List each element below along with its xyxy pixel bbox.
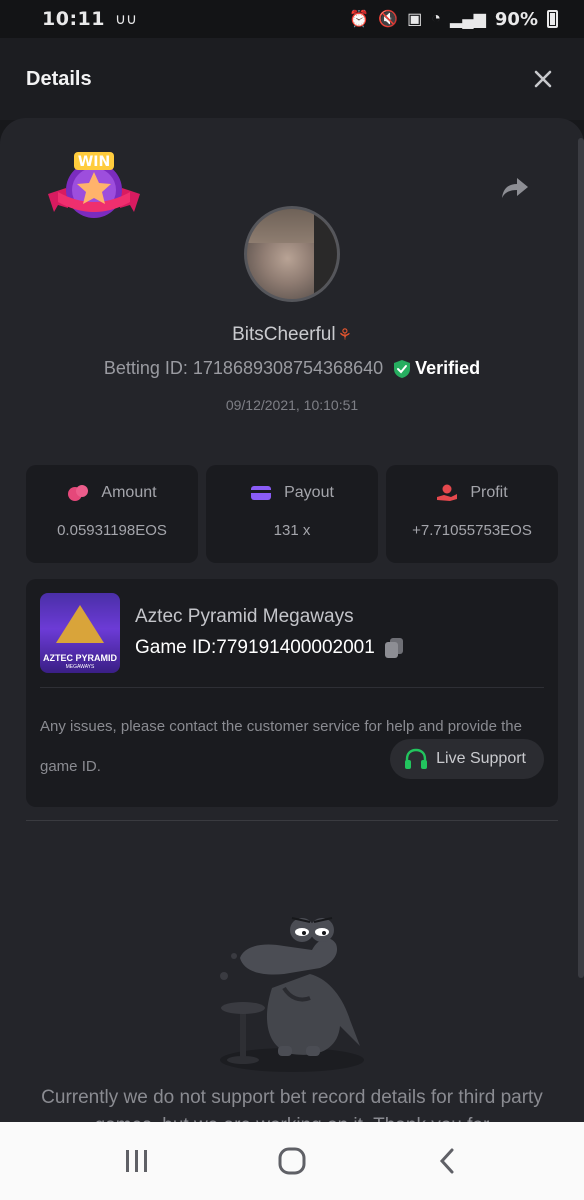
headset-icon bbox=[405, 748, 428, 769]
stat-head: Payout bbox=[250, 484, 334, 502]
maple-leaf-icon: ⚘ bbox=[337, 327, 352, 344]
system-nav-bar bbox=[0, 1122, 584, 1200]
scrollbar[interactable] bbox=[578, 138, 584, 978]
section-divider bbox=[26, 820, 558, 821]
card-icon bbox=[251, 486, 272, 500]
username-row: BitsCheerful ⚘ bbox=[0, 324, 584, 346]
pyramid-icon bbox=[56, 605, 104, 643]
stats-row: Amount 0.05931198EOS Payout 131 x Profit bbox=[26, 465, 558, 563]
win-badge-icon: WIN bbox=[48, 152, 140, 218]
recent-apps-button[interactable] bbox=[113, 1137, 161, 1185]
hand-coin-icon bbox=[437, 484, 458, 501]
home-button[interactable] bbox=[268, 1137, 316, 1185]
verified-badge: Verified bbox=[393, 358, 480, 379]
stat-card-amount: Amount 0.05931198EOS bbox=[26, 465, 198, 563]
close-icon bbox=[534, 70, 552, 88]
page-title: Details bbox=[26, 67, 92, 90]
stat-label: Payout bbox=[284, 484, 334, 501]
avatar bbox=[244, 206, 340, 302]
win-badge-text: WIN bbox=[78, 154, 110, 170]
status-icons: ⏰ 🔇 ▣ ◔ ▂▄▆ 90% bbox=[349, 9, 558, 30]
thumb-subtitle: MEGAWAYS bbox=[65, 664, 95, 670]
back-button[interactable] bbox=[423, 1137, 471, 1185]
verified-label: Verified bbox=[415, 358, 481, 378]
battery-icon bbox=[547, 10, 558, 28]
details-header: Details bbox=[0, 38, 584, 120]
stat-value: 131 x bbox=[273, 522, 311, 539]
game-id: Game ID:779191400002001 bbox=[135, 637, 375, 658]
stat-label: Profit bbox=[470, 484, 508, 501]
avatar-shadow bbox=[313, 209, 337, 299]
stat-label: Amount bbox=[101, 484, 157, 501]
game-card: AZTEC PYRAMID MEGAWAYS Aztec Pyramid Meg… bbox=[26, 579, 558, 807]
status-time: 10:11 bbox=[42, 8, 105, 30]
close-button[interactable] bbox=[528, 64, 558, 94]
betting-id-row: Betting ID: 1718689308754368640 Verified bbox=[0, 358, 584, 379]
stat-head: Amount bbox=[67, 484, 157, 502]
share-icon[interactable] bbox=[500, 174, 530, 202]
mute-icon: 🔇 bbox=[378, 11, 399, 28]
bet-datetime: 09/12/2021, 10:10:51 bbox=[225, 397, 359, 413]
thumb-title: AZTEC PYRAMID bbox=[43, 653, 117, 663]
copy-icon[interactable] bbox=[383, 636, 405, 660]
crocodile-mascot-icon bbox=[220, 917, 364, 1072]
signal-icon: ▂▄▆ bbox=[449, 11, 486, 28]
recent-apps-icon bbox=[126, 1150, 148, 1172]
betting-id: Betting ID: 1718689308754368640 bbox=[103, 358, 384, 378]
live-support-button[interactable]: Live Support bbox=[390, 739, 544, 779]
shield-check-icon bbox=[394, 359, 411, 378]
battery-percent: 90% bbox=[494, 8, 538, 30]
stat-card-payout: Payout 131 x bbox=[206, 465, 378, 563]
status-bar: 10:11 ∪∪ ⏰ 🔇 ▣ ◔ ▂▄▆ 90% bbox=[0, 0, 584, 38]
stat-card-profit: Profit +7.71055753EOS bbox=[386, 465, 558, 563]
home-icon bbox=[278, 1147, 306, 1175]
stat-value: 0.05931198EOS bbox=[57, 522, 167, 539]
username: BitsCheerful bbox=[232, 324, 336, 345]
alarm-icon: ⏰ bbox=[349, 11, 370, 28]
live-support-label: Live Support bbox=[436, 750, 526, 767]
battery-saver-icon: ▣ bbox=[407, 11, 423, 28]
stat-head: Profit bbox=[436, 484, 508, 502]
coins-icon bbox=[68, 485, 89, 501]
game-name: Aztec Pyramid Megaways bbox=[135, 606, 354, 627]
back-icon bbox=[439, 1148, 454, 1174]
divider bbox=[40, 687, 544, 688]
stat-value: +7.71055753EOS bbox=[412, 522, 532, 539]
game-id-row: Game ID:779191400002001 bbox=[135, 636, 405, 660]
game-thumbnail[interactable]: AZTEC PYRAMID MEGAWAYS bbox=[40, 593, 120, 673]
wifi-icon: ◔ bbox=[431, 10, 441, 27]
details-sheet: WIN BitsCheerful ⚘ Betting ID: 1718689308… bbox=[0, 118, 584, 1128]
voicemail-icon: ∪∪ bbox=[114, 11, 137, 28]
